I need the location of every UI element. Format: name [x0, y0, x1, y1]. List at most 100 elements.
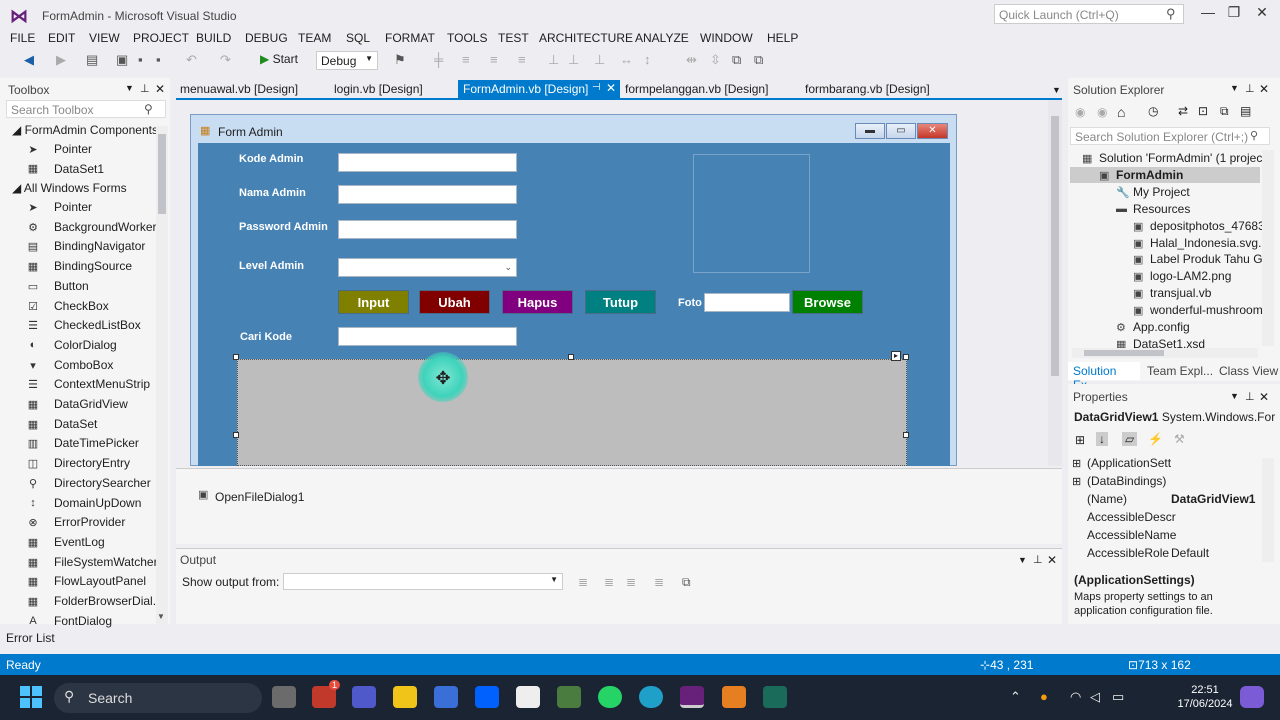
toolbox-group-all-forms[interactable]: ◢ All Windows Forms	[12, 181, 127, 195]
tab-team-explorer[interactable]: Team Expl...	[1147, 364, 1213, 378]
menu-file[interactable]: FILE	[10, 31, 35, 45]
collapse-icon[interactable]: ⊡	[1198, 104, 1208, 118]
component-openfiledialog[interactable]: OpenFileDialog1	[215, 490, 304, 504]
menu-sql[interactable]: SQL	[346, 31, 370, 45]
dropdown-icon[interactable]: ▼	[1018, 555, 1027, 565]
microphone-icon[interactable]: ●	[1040, 689, 1048, 704]
toolbox-item[interactable]: DataSet1	[54, 162, 104, 176]
toolbox-item[interactable]: DataGridView	[54, 397, 128, 411]
spacing-v-icon[interactable]: ⇳	[710, 52, 721, 68]
form-close-button[interactable]: ✕	[917, 123, 948, 139]
designer-scroll-thumb[interactable]	[1051, 116, 1059, 376]
menu-format[interactable]: FORMAT	[385, 31, 435, 45]
menu-architecture[interactable]: ARCHITECTURE	[539, 31, 633, 45]
button-hapus[interactable]: Hapus	[502, 290, 573, 314]
picturebox-foto[interactable]	[693, 154, 810, 273]
task-view-icon[interactable]	[272, 686, 296, 708]
alphabetical-icon[interactable]: ↓	[1096, 432, 1108, 446]
maximize-button[interactable]: ❐	[1222, 4, 1246, 24]
tab-overflow-icon[interactable]: ▼	[1052, 85, 1061, 95]
tab-formbarang[interactable]: formbarang.vb [Design]	[805, 82, 930, 96]
properties-scrollbar[interactable]	[1262, 458, 1274, 562]
dropdown-icon[interactable]: ▼	[1230, 83, 1239, 93]
toolbox-item[interactable]: Pointer	[54, 200, 92, 214]
toolbox-item[interactable]: Button	[54, 279, 89, 293]
xampp-icon[interactable]	[722, 686, 746, 708]
error-list-tab[interactable]: Error List	[6, 631, 55, 645]
solution-scrollbar[interactable]	[1262, 150, 1274, 346]
property-name[interactable]: (ApplicationSett	[1087, 456, 1171, 470]
solution-tree-item[interactable]: Solution 'FormAdmin' (1 project	[1099, 151, 1266, 165]
resize-handle[interactable]	[903, 354, 909, 360]
align-center-icon[interactable]: ≡	[490, 52, 498, 67]
button-browse[interactable]: Browse	[792, 290, 863, 314]
visual-studio-icon[interactable]	[680, 686, 704, 708]
solution-search-input[interactable]: Search Solution Explorer (Ctrl+;)	[1070, 127, 1270, 145]
app-icon[interactable]: 1	[312, 680, 340, 708]
button-ubah[interactable]: Ubah	[419, 290, 490, 314]
quick-launch-input[interactable]: Quick Launch (Ctrl+Q)	[994, 4, 1184, 24]
button-input[interactable]: Input	[338, 290, 409, 314]
search-icon[interactable]: ⚲	[144, 102, 153, 116]
pin-icon[interactable]: ⊣	[592, 82, 601, 93]
back-icon[interactable]: ◉	[1075, 105, 1085, 119]
resize-handle[interactable]	[568, 354, 574, 360]
smart-tag-icon[interactable]: ▸	[891, 351, 901, 361]
send-back-icon[interactable]: ⧉	[754, 52, 763, 68]
solution-tree-item[interactable]: logo-LAM2.png	[1150, 269, 1231, 283]
chevron-up-icon[interactable]: ⌃	[1010, 689, 1021, 705]
form-minimize-button[interactable]: ▬	[855, 123, 885, 139]
label-foto[interactable]: Foto	[678, 297, 702, 309]
close-icon[interactable]: ✕	[155, 82, 165, 96]
datagridview[interactable]	[237, 359, 907, 466]
pin-icon[interactable]: ⊥	[1245, 82, 1255, 95]
solution-tree-item[interactable]: wonderful-mushroom	[1150, 303, 1263, 317]
toolbox-item[interactable]: DataSet	[54, 417, 97, 431]
battery-icon[interactable]: ▭	[1112, 689, 1124, 705]
textbox-foto[interactable]	[704, 293, 790, 312]
solution-tree-item[interactable]: FormAdmin	[1116, 168, 1183, 182]
label-kode-admin[interactable]: Kode Admin	[239, 153, 303, 165]
minimize-button[interactable]: —	[1196, 4, 1220, 24]
toolbox-item[interactable]: FileSystemWatcher	[54, 555, 158, 569]
label-cari-kode[interactable]: Cari Kode	[240, 331, 292, 343]
output-source-select[interactable]: ▼	[283, 573, 563, 590]
categorized-icon[interactable]: ⊞	[1075, 433, 1085, 447]
search-icon[interactable]: ⚲	[1250, 129, 1259, 142]
align-left-icon[interactable]: ≡	[462, 52, 470, 67]
windows-start-icon[interactable]	[20, 686, 42, 708]
toolbox-item[interactable]: ComboBox	[54, 358, 113, 372]
menu-window[interactable]: WINDOW	[700, 31, 753, 45]
toolbox-group-formadmin[interactable]: ◢ FormAdmin Components	[12, 123, 158, 137]
taskbar-clock[interactable]: 22:51 17/06/2024	[1175, 683, 1235, 711]
solution-tree-item[interactable]: Resources	[1133, 202, 1190, 216]
toolbox-item[interactable]: BindingNavigator	[54, 239, 145, 253]
property-pages-icon[interactable]: ⚒	[1174, 432, 1185, 446]
taskbar-search[interactable]: Search	[54, 683, 262, 713]
amazon-icon[interactable]	[516, 686, 540, 708]
toolbox-item[interactable]: FontDialog	[54, 614, 112, 628]
find-icon[interactable]: ≣	[578, 575, 588, 589]
forward-icon[interactable]: ▶	[56, 52, 66, 68]
resize-handle[interactable]	[233, 354, 239, 360]
toolbox-item[interactable]: DirectoryEntry	[54, 456, 130, 470]
menu-help[interactable]: HELP	[767, 31, 798, 45]
tab-menuawal[interactable]: menuawal.vb [Design]	[180, 82, 298, 96]
toolbox-item[interactable]: DateTimePicker	[54, 436, 139, 450]
app-icon[interactable]	[557, 686, 581, 708]
align-bottom-icon[interactable]: ⊥	[594, 52, 605, 68]
align-top-icon[interactable]: ⊥	[548, 52, 559, 68]
textbox-kode-admin[interactable]	[338, 153, 517, 172]
toolbox-item[interactable]: ColorDialog	[54, 338, 117, 352]
solution-tree-item[interactable]: My Project	[1133, 185, 1190, 199]
app-icon[interactable]	[763, 686, 787, 708]
solution-tree-item[interactable]: transjual.vb	[1150, 286, 1211, 300]
close-button[interactable]: ✕	[1250, 4, 1274, 24]
teams-icon[interactable]	[352, 686, 376, 708]
toolbox-scroll-thumb[interactable]	[158, 134, 166, 214]
solution-config-select[interactable]: Debug ▼	[316, 51, 378, 70]
dropdown-icon[interactable]: ▼	[125, 83, 134, 93]
next-message-icon[interactable]: ≣	[626, 575, 636, 589]
show-all-icon[interactable]: ⧉	[1220, 104, 1229, 119]
same-height-icon[interactable]: ↕	[644, 52, 651, 67]
